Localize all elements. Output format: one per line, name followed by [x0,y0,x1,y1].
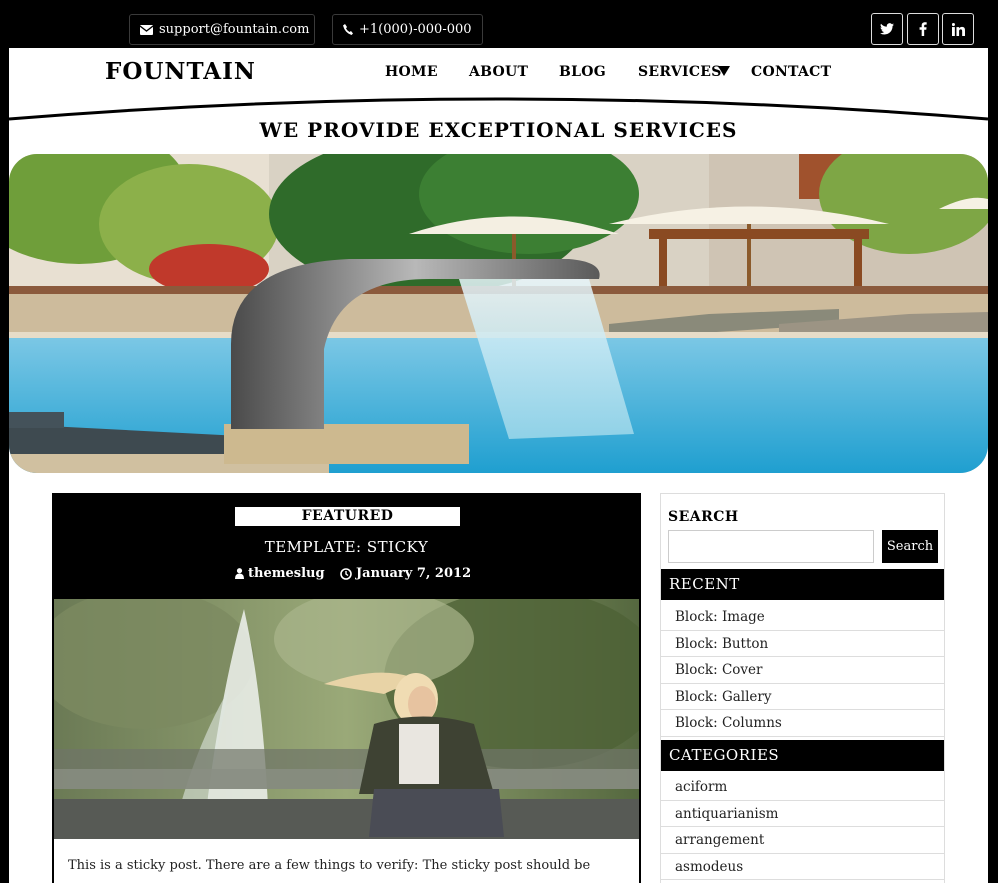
sidebar: SEARCH Search RECENT Block: Image Block:… [660,493,945,883]
categories-widget-title: CATEGORIES [661,740,944,771]
featured-post-card: FEATURED TEMPLATE: STICKY themeslug Janu… [52,493,641,883]
linkedin-link[interactable] [942,13,974,45]
recent-post-item[interactable]: Block: Image [661,604,944,631]
recent-post-item[interactable]: Block: Cover [661,657,944,684]
featured-badge: FEATURED [235,507,460,526]
category-item[interactable]: asmodeus [661,854,944,881]
linkedin-icon [951,22,965,36]
date-text: January 7, 2012 [356,566,472,581]
recent-widget-title: RECENT [661,569,944,600]
search-button[interactable]: Search [882,530,938,563]
phone-icon [343,24,353,35]
hero-tagline: WE PROVIDE EXCEPTIONAL SERVICES [259,118,738,142]
post-thumbnail[interactable] [54,589,639,839]
page-container: FOUNTAIN HOME ABOUT BLOG SERVICES CONTAC… [9,48,988,883]
nav-contact[interactable]: CONTACT [751,64,831,80]
nav-services[interactable]: SERVICES [638,64,722,80]
recent-post-item[interactable]: Block: Button [661,631,944,658]
post-date[interactable]: January 7, 2012 [340,566,471,581]
nav-home[interactable]: HOME [385,64,438,80]
nav-about[interactable]: ABOUT [469,64,528,80]
twitter-link[interactable] [871,13,903,45]
post-author[interactable]: themeslug [235,566,325,581]
hero-image [9,154,988,473]
envelope-icon [140,24,153,35]
category-item[interactable]: aciform [661,774,944,801]
author-name: themeslug [248,566,325,581]
user-icon [235,568,244,579]
email-text: support@fountain.com [159,22,310,37]
twitter-icon [880,23,894,35]
post-header: FEATURED TEMPLATE: STICKY themeslug Janu… [54,495,639,601]
email-contact[interactable]: support@fountain.com [129,14,315,45]
caret-down-icon[interactable] [718,66,730,76]
recent-post-item[interactable]: Block: Columns [661,710,944,737]
facebook-link[interactable] [907,13,939,45]
recent-post-item[interactable]: Block: Gallery [661,684,944,711]
facebook-icon [919,22,927,36]
search-widget-title: SEARCH [668,509,739,525]
top-bar: support@fountain.com +1(000)-000-000 [0,0,998,48]
post-title[interactable]: TEMPLATE: STICKY [54,538,639,556]
site-logo[interactable]: FOUNTAIN [105,58,256,85]
recent-posts-list: Block: Image Block: Button Block: Cover … [661,604,944,737]
category-item[interactable]: arrangement [661,827,944,854]
phone-contact[interactable]: +1(000)-000-000 [332,14,483,45]
category-item[interactable]: antiquarianism [661,801,944,828]
nav-blog[interactable]: BLOG [559,64,606,80]
phone-text: +1(000)-000-000 [359,22,472,37]
categories-list: aciform antiquarianism arrangement asmod… [661,774,944,881]
clock-icon [340,567,352,580]
search-input[interactable] [668,530,874,563]
post-excerpt: This is a sticky post. There are a few t… [68,858,591,873]
